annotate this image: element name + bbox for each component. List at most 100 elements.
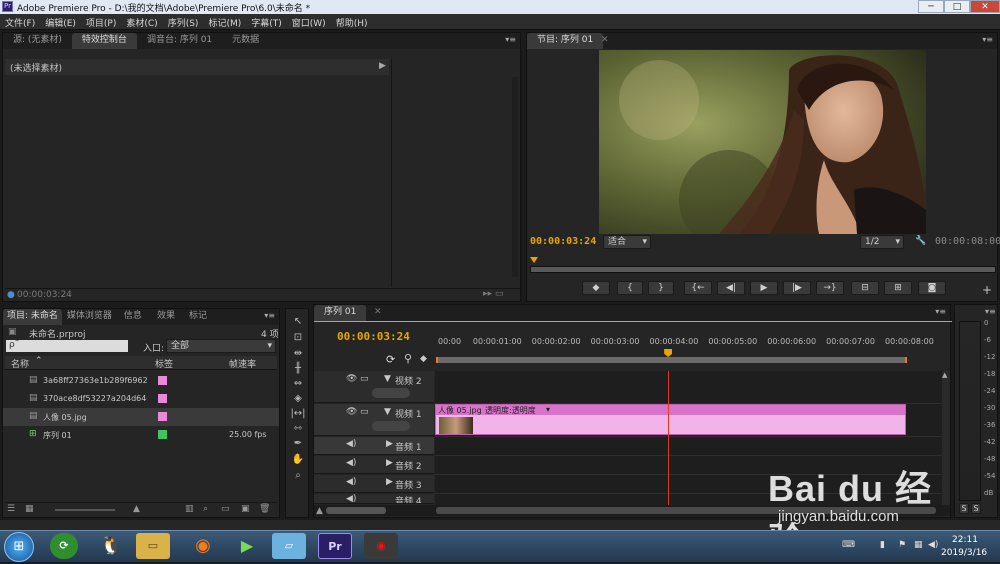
hand-tool-icon[interactable]: ✋ — [290, 453, 306, 467]
collapse-icon[interactable]: ▼ — [384, 374, 391, 384]
tray-keyboard-icon[interactable]: ⌨ — [842, 540, 855, 550]
windows-start-icon[interactable]: ⊞ — [4, 532, 34, 562]
meter-menu-icon[interactable]: ▾≡ — [985, 307, 996, 316]
tab-effects[interactable]: 效果 — [149, 309, 183, 325]
track-video2[interactable]: 👁 ▭ ▼ 视频 2 — [314, 371, 434, 403]
trash-icon[interactable]: 🗑 — [259, 504, 270, 514]
play-button[interactable]: ▶ — [750, 281, 778, 295]
clip-fx[interactable]: 透明度:透明度 — [485, 405, 536, 416]
eye-icon[interactable]: 👁 — [346, 407, 357, 417]
snap-icon[interactable]: ⟳ — [386, 353, 395, 366]
new-item-icon[interactable]: ▣ — [241, 504, 250, 514]
tab-program[interactable]: 节目: 序列 01 — [527, 33, 604, 49]
timeline-hscroll[interactable] — [436, 507, 936, 514]
step-back-button[interactable]: ◀| — [717, 281, 745, 295]
expand-icon[interactable]: ▶ — [386, 458, 393, 468]
new-bin-icon[interactable]: ▭ — [221, 504, 230, 514]
project-item[interactable]: ▤ 3a68ff27363e1b289f69628c — [3, 372, 279, 390]
tab-metadata[interactable]: 元数据 — [222, 33, 269, 49]
panel-menu-icon[interactable]: ▾≡ — [505, 35, 516, 44]
menu-marker[interactable]: 标记(M) — [203, 14, 246, 29]
eye-icon[interactable]: 👁 — [346, 374, 357, 384]
program-scrollbar[interactable] — [530, 266, 996, 273]
project-item[interactable]: ▤ 370ace8df53227a204d64c7 — [3, 390, 279, 408]
icon-view-icon[interactable]: ▦ — [25, 504, 34, 514]
expand-icon[interactable]: ▶ — [386, 477, 393, 487]
loop-icon[interactable]: ▸▸ ▭ — [483, 289, 503, 299]
menu-edit[interactable]: 编辑(E) — [40, 14, 81, 29]
column-name[interactable]: 名称 — [11, 357, 29, 370]
app-360-icon[interactable]: ⟳ — [50, 533, 78, 559]
minimize-button[interactable]: ─ — [918, 0, 944, 13]
track-audio3[interactable]: ◀) ▶ 音频 3 — [314, 475, 434, 493]
speaker-icon[interactable]: ◀) — [346, 494, 356, 503]
lift-button[interactable]: ⊟ — [851, 281, 879, 295]
menu-project[interactable]: 项目(P) — [81, 14, 121, 29]
app-camtasia-icon[interactable]: ▶ — [230, 533, 264, 559]
video-clip[interactable]: 人像 05.jpg 透明度:透明度 ▾ — [435, 404, 906, 435]
step-forward-button[interactable]: |▶ — [783, 281, 811, 295]
tab-sequence[interactable]: 序列 01 — [314, 305, 367, 321]
app-firefox-icon[interactable]: ◉ — [186, 533, 220, 559]
track-select-tool-icon[interactable]: ⊡ — [290, 331, 306, 345]
project-search-input[interactable]: ρ˜ — [6, 340, 128, 352]
menu-window[interactable]: 窗口(W) — [287, 14, 331, 29]
ripple-edit-tool-icon[interactable]: ⇹ — [290, 347, 306, 361]
zoom-tool-icon[interactable]: ⌕ — [290, 469, 306, 483]
find-icon[interactable]: ⌕ — [203, 504, 208, 514]
scroll-up-icon[interactable]: ▲ — [942, 371, 947, 379]
project-item[interactable]: ▤ 人像 05.jpg — [3, 408, 279, 426]
add-button-icon[interactable]: + — [982, 283, 992, 297]
go-to-out-button[interactable]: →} — [816, 281, 844, 295]
sort-up-icon[interactable]: ⌃ — [35, 356, 43, 366]
lock-icon[interactable]: ▭ — [360, 407, 369, 417]
app-recorder-icon[interactable]: ◉ — [364, 533, 398, 559]
keyframe-nav[interactable] — [372, 421, 410, 431]
tab-close-icon[interactable]: ✕ — [601, 35, 609, 45]
tab-media-browser[interactable]: 媒体浏览器 — [62, 309, 117, 325]
work-area-bar[interactable] — [436, 357, 907, 363]
clock-time[interactable]: 22:11 — [952, 535, 978, 545]
track-audio4[interactable]: ◀) 音频 4 — [314, 494, 434, 504]
mark-out-button[interactable]: } — [648, 281, 674, 295]
wrench-icon[interactable]: 🔧 — [915, 236, 926, 246]
project-item[interactable]: ⊞ 序列 01 25.00 fps — [3, 426, 279, 444]
app-qq-icon[interactable]: 🐧 — [94, 533, 128, 559]
mark-in-button[interactable]: { — [617, 281, 643, 295]
razor-tool-icon[interactable]: ◈ — [290, 392, 306, 406]
menu-file[interactable]: 文件(F) — [0, 14, 40, 29]
app-notes-icon[interactable]: ▱ — [272, 533, 306, 559]
playhead-line[interactable] — [668, 371, 670, 505]
menu-help[interactable]: 帮助(H) — [331, 14, 373, 29]
timeline-menu-icon[interactable]: ▾≡ — [935, 307, 946, 316]
selection-tool-icon[interactable]: ↖ — [290, 315, 306, 329]
fx-dropdown-icon[interactable]: ▾ — [546, 405, 550, 414]
program-video-frame[interactable] — [599, 50, 926, 234]
app-explorer-icon[interactable]: ▭ — [136, 533, 170, 559]
timeline-vscroll[interactable]: ▲ — [942, 371, 950, 505]
solo-right-button[interactable]: S — [971, 503, 981, 514]
rolling-edit-tool-icon[interactable]: ╫ — [290, 362, 306, 376]
pen-tool-icon[interactable]: ✒ — [290, 437, 306, 451]
marker-icon[interactable]: ⚲ — [404, 352, 412, 365]
tab-project[interactable]: 项目: 未命名 — [3, 309, 62, 325]
program-timecode[interactable]: 00:00:03:24 — [530, 236, 596, 247]
fit-dropdown[interactable]: 适合 ▾ — [603, 235, 651, 249]
expand-icon[interactable]: ▶ — [386, 439, 393, 449]
solo-left-button[interactable]: S — [959, 503, 969, 514]
rate-stretch-tool-icon[interactable]: ⇔ — [290, 377, 306, 391]
menu-clip[interactable]: 素材(C) — [121, 14, 162, 29]
speaker-icon[interactable]: ◀) — [346, 439, 356, 449]
tab-effect-controls[interactable]: 特效控制台 — [71, 33, 137, 49]
tray-flag-icon[interactable]: ⚑ — [898, 540, 906, 550]
tab-source[interactable]: 源: (无素材) — [3, 33, 72, 49]
resolution-dropdown[interactable]: 1/2 ▾ — [860, 235, 904, 249]
zoom-out-icon[interactable]: ▲ — [316, 506, 323, 516]
timeline-zoom-slider[interactable] — [326, 507, 386, 514]
playhead-marker-icon[interactable] — [530, 257, 538, 263]
slide-tool-icon[interactable]: ⇿ — [290, 422, 306, 436]
program-menu-icon[interactable]: ▾≡ — [982, 35, 993, 44]
menu-sequence[interactable]: 序列(S) — [163, 14, 204, 29]
lock-icon[interactable]: ▭ — [360, 374, 369, 384]
add-marker-icon[interactable]: ◆ — [420, 354, 427, 364]
